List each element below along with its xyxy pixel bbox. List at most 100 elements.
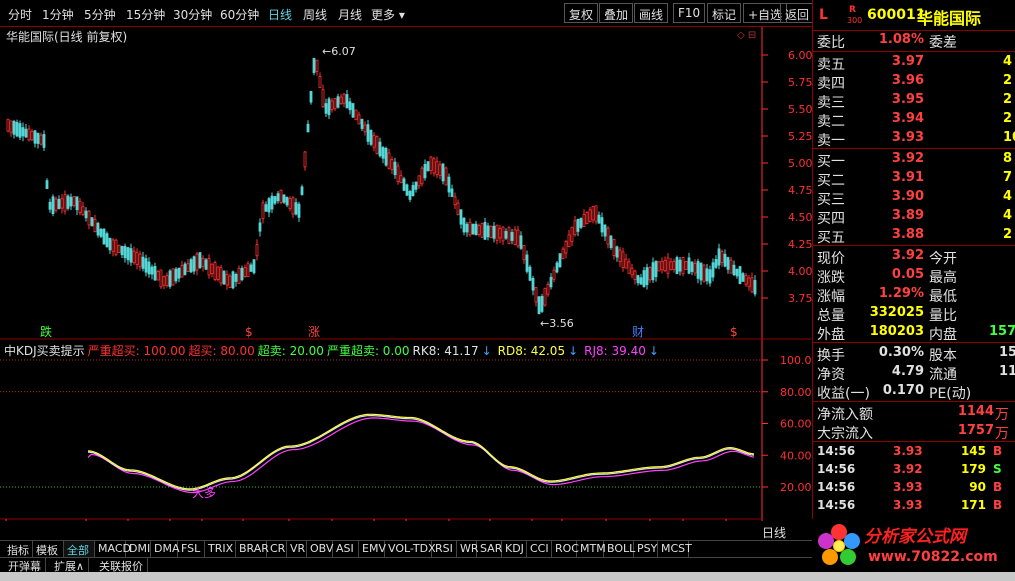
tab-8[interactable]: BRAR bbox=[236, 541, 269, 557]
period-tab-7[interactable]: 周线 bbox=[303, 6, 327, 23]
tab-7[interactable]: TRIX bbox=[205, 541, 236, 557]
tab-12[interactable]: ASI bbox=[333, 541, 359, 557]
bid-row[interactable]: 买五 3.88 2 bbox=[813, 226, 1015, 246]
event-marker[interactable]: $ bbox=[730, 325, 738, 339]
ask-row[interactable]: 卖三 3.95 2 bbox=[813, 91, 1015, 111]
tab-17[interactable]: SAR bbox=[477, 541, 502, 557]
candle-body bbox=[564, 241, 568, 254]
period-tab-9[interactable]: 更多 ▾ bbox=[371, 6, 405, 23]
tab-5[interactable]: DMA bbox=[151, 541, 180, 557]
tool-button-3[interactable]: F10 bbox=[673, 3, 706, 23]
stat2-label: 收益(一) bbox=[817, 386, 870, 402]
subtab-1[interactable]: 扩展∧ bbox=[50, 558, 90, 573]
tab-4[interactable]: DMI bbox=[126, 541, 151, 557]
candle-body bbox=[252, 259, 256, 274]
tab-13[interactable]: EMV bbox=[359, 541, 386, 557]
high-price-label: ←6.07 bbox=[322, 45, 356, 58]
candle-body bbox=[198, 252, 202, 269]
event-marker[interactable]: 跌 bbox=[40, 324, 52, 339]
ask-row[interactable]: 卖一 3.93 10 bbox=[813, 129, 1015, 149]
tab-1[interactable]: 模板 bbox=[33, 541, 64, 557]
tool-button-2[interactable]: 画线 bbox=[634, 3, 669, 23]
period-tab-4[interactable]: 30分钟 bbox=[173, 6, 212, 23]
event-marker[interactable]: 财 bbox=[632, 325, 644, 339]
period-tab-0[interactable]: 分时 bbox=[8, 6, 32, 23]
subtab-0[interactable]: 开弹幕 bbox=[4, 558, 46, 573]
tab-20[interactable]: ROC bbox=[552, 541, 579, 557]
period-tab-3[interactable]: 15分钟 bbox=[126, 6, 165, 23]
tab-15[interactable]: RSI bbox=[432, 541, 457, 557]
indicator-name[interactable]: 中KDJ买卖提示 bbox=[4, 344, 85, 358]
tab-3[interactable]: MACD bbox=[95, 541, 131, 557]
price-tick-label: 6.00 bbox=[788, 49, 812, 62]
stat2-extra: 15 bbox=[999, 345, 1015, 360]
tool-button-6[interactable]: 返回 bbox=[780, 3, 815, 23]
candle-body bbox=[582, 214, 586, 227]
bid-row[interactable]: 买三 3.90 4 bbox=[813, 188, 1015, 208]
candle-body bbox=[18, 123, 22, 138]
period-tab-6[interactable]: 日线 bbox=[268, 6, 292, 23]
tab-9[interactable]: CR bbox=[267, 541, 287, 557]
candle-body bbox=[432, 158, 436, 174]
period-tab-1[interactable]: 1分钟 bbox=[42, 6, 74, 23]
tab-10[interactable]: VR bbox=[287, 541, 307, 557]
bid-row[interactable]: 买一 3.92 8 bbox=[813, 150, 1015, 170]
tab-6[interactable]: FSL bbox=[178, 541, 205, 557]
webi-row: 委比 1.08% 委差 bbox=[813, 31, 1015, 51]
candle-body bbox=[231, 271, 235, 289]
subtab-2[interactable]: 关联报价 bbox=[95, 558, 148, 573]
candle-body bbox=[750, 277, 754, 293]
tab-22[interactable]: BOLL bbox=[604, 541, 635, 557]
flow-value: 1757 bbox=[957, 423, 994, 438]
candle-body bbox=[390, 159, 394, 171]
bid-row[interactable]: 买二 3.91 7 bbox=[813, 169, 1015, 189]
tab-21[interactable]: MTM bbox=[577, 541, 606, 557]
candle-body bbox=[81, 206, 85, 215]
candle-body bbox=[153, 265, 157, 281]
candle-body bbox=[531, 277, 535, 291]
ask-row[interactable]: 卖四 3.96 2 bbox=[813, 72, 1015, 92]
bid-price: 3.89 bbox=[891, 208, 924, 223]
tab-24[interactable]: MCST bbox=[658, 541, 692, 557]
stat-label-2: 量比 bbox=[929, 308, 957, 324]
tab-14[interactable]: VOL-TDX bbox=[385, 541, 436, 557]
period-tab-2[interactable]: 5分钟 bbox=[84, 6, 116, 23]
tool-button-4[interactable]: 标记 bbox=[707, 3, 742, 23]
period-tab-8[interactable]: 月线 bbox=[338, 6, 362, 23]
candle-body bbox=[309, 90, 313, 103]
signal-label: 大多 bbox=[192, 486, 216, 500]
candle-body bbox=[495, 224, 499, 241]
candle-body bbox=[732, 264, 736, 276]
tool-button-0[interactable]: 复权 bbox=[564, 3, 599, 23]
bid-row[interactable]: 买四 3.89 4 bbox=[813, 207, 1015, 227]
candle-body bbox=[630, 267, 634, 276]
tab-19[interactable]: CCI bbox=[527, 541, 552, 557]
tab-23[interactable]: PSY bbox=[634, 541, 658, 557]
period-tab-5[interactable]: 60分钟 bbox=[220, 6, 259, 23]
event-marker[interactable]: 涨 bbox=[308, 324, 320, 339]
chart-window-controls[interactable]: ◇ ⊟ bbox=[737, 30, 756, 41]
axis-period-label[interactable]: 日线 bbox=[762, 524, 786, 541]
candle-body bbox=[90, 217, 94, 227]
event-marker[interactable]: $ bbox=[245, 325, 253, 339]
tab-11[interactable]: OBV bbox=[307, 541, 333, 557]
ask-row[interactable]: 卖二 3.94 2 bbox=[813, 110, 1015, 130]
tick-volume: 145 bbox=[960, 444, 986, 458]
tab-18[interactable]: KDJ bbox=[502, 541, 527, 557]
tab-16[interactable]: WR bbox=[457, 541, 479, 557]
candle-body bbox=[645, 267, 649, 286]
indicator-legend: 中KDJ买卖提示 严重超买: 100.00 超买: 80.00 超卖: 20.00 严重… bbox=[4, 342, 665, 359]
kline-chart[interactable]: 6.00 5.75 5.50 5.25 5.00 4.75 4.50 4.25 4.00 3.75… bbox=[0, 27, 812, 521]
tick-price: 3.93 bbox=[893, 444, 923, 458]
candle-body bbox=[378, 141, 382, 157]
tick-time: 14:56 bbox=[817, 498, 856, 512]
tick-side: B bbox=[993, 498, 1003, 512]
candle-body bbox=[111, 239, 115, 252]
candle-body bbox=[324, 103, 328, 114]
ask-row[interactable]: 卖五 3.97 4 bbox=[813, 53, 1015, 73]
tab-0[interactable]: 指标 bbox=[4, 541, 33, 557]
tool-button-1[interactable]: 叠加 bbox=[599, 3, 634, 23]
candle-body bbox=[192, 256, 196, 272]
tab-2[interactable]: 全部 bbox=[64, 541, 95, 557]
candle-body bbox=[642, 270, 646, 287]
